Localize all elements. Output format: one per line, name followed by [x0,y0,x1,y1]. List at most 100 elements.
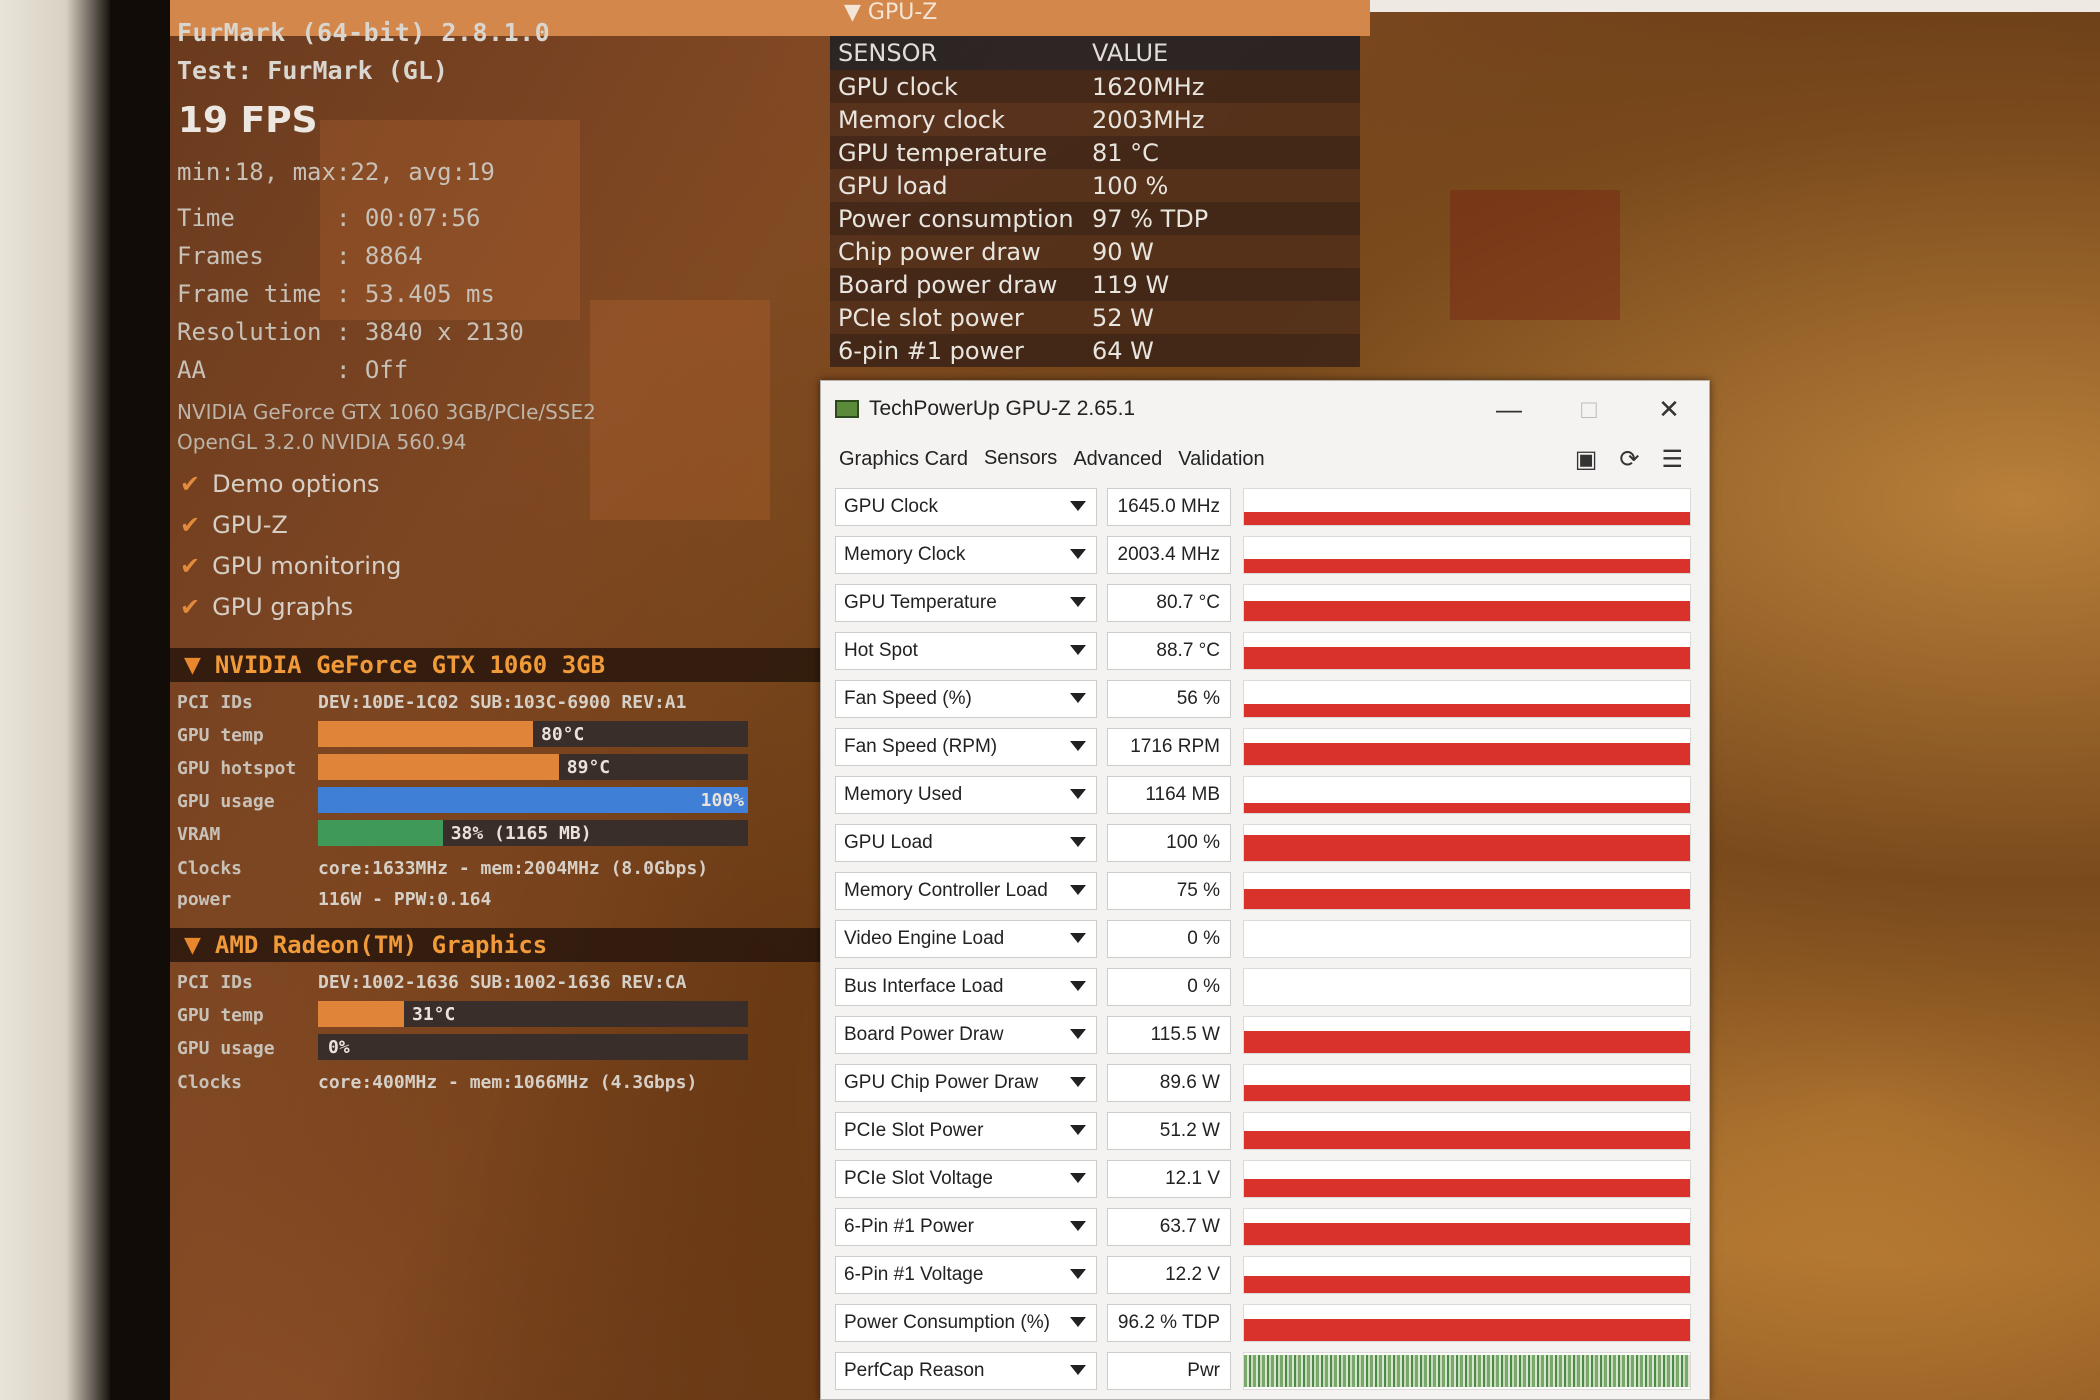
column-sensor: SENSOR [838,39,938,67]
sensor-row: GPU Temperature 80.7 °C [835,579,1695,627]
gpu1-pci-value: DEV:10DE-1C02 SUB:103C-6900 REV:A1 [318,692,687,713]
tab-validation[interactable]: Validation [1178,442,1264,477]
sensor-name-dropdown[interactable]: GPU Load [835,824,1097,862]
sensor-name: GPU temperature [838,138,1048,167]
sensor-graph [1243,632,1691,670]
sensor-graph [1243,1112,1691,1150]
sensor-name-dropdown[interactable]: Fan Speed (RPM) [835,728,1097,766]
maximize-button[interactable]: □ [1549,381,1629,437]
sensor-value: Pwr [1107,1352,1231,1390]
dropdown-caret-icon [1070,1125,1086,1135]
sensor-name-dropdown[interactable]: GPU Chip Power Draw [835,1064,1097,1102]
dropdown-caret-icon [1070,1365,1086,1375]
sensor-graph [1243,824,1691,862]
minimize-button[interactable]: — [1469,381,1549,437]
sensor-name-dropdown[interactable]: GPU Temperature [835,584,1097,622]
sensor-name-dropdown[interactable]: 6-Pin #1 Voltage [835,1256,1097,1294]
sensor-name-dropdown[interactable]: Power Consumption (%) [835,1304,1097,1342]
gpuz-overlay-row: PCIe slot power 52 W [830,301,1360,334]
close-button[interactable]: ✕ [1629,381,1709,437]
sensor-graph-fill [1244,1318,1690,1341]
sensor-value: 97 % TDP [1092,204,1209,233]
sensor-graph-fill [1244,601,1690,621]
sensor-graph-fill [1244,1179,1690,1197]
sensor-name-dropdown[interactable]: PCIe Slot Voltage [835,1160,1097,1198]
sensor-name-dropdown[interactable]: Hot Spot [835,632,1097,670]
gpu1-section-header[interactable]: ▼ NVIDIA GeForce GTX 1060 3GB [170,648,820,682]
sensor-row: Memory Clock 2003.4 MHz [835,531,1695,579]
gpuz-overlay-row: Board power draw 119 W [830,268,1360,301]
sensor-name-dropdown[interactable]: PerfCap Reason [835,1352,1097,1390]
menu-icon[interactable]: ☰ [1661,445,1683,474]
gpu1-hotspot-value: 89°C [566,757,611,778]
sensor-value: 56 % [1107,680,1231,718]
sensor-row: Memory Controller Load 75 % [835,867,1695,915]
sensor-value: 12.2 V [1107,1256,1231,1294]
furmark-fps: 19 FPS [178,100,318,141]
sensor-name: GPU Temperature [844,592,997,613]
tab-sensors[interactable]: Sensors [984,441,1057,478]
option-checkbox[interactable]: ✔ GPU-Z [180,511,288,539]
dropdown-caret-icon [1070,501,1086,511]
gpu1-vram-label: VRAM [177,824,221,845]
sensor-name-dropdown[interactable]: Memory Used [835,776,1097,814]
sensor-value: 0 % [1107,968,1231,1006]
sensor-name: Fan Speed (%) [844,688,972,709]
gpu1-name: NVIDIA GeForce GTX 1060 3GB [214,651,606,679]
gpu2-temp-value: 31°C [412,1004,456,1025]
refresh-icon[interactable]: ⟳ [1619,445,1639,474]
camera-icon[interactable]: ▣ [1575,445,1598,474]
tab-advanced[interactable]: Advanced [1073,442,1162,477]
dropdown-caret-icon [1070,1317,1086,1327]
sensor-row: 6-Pin #1 Voltage 12.2 V [835,1251,1695,1299]
gpuz-overlay-table: SENSOR VALUE GPU clock 1620MHz Memory cloc… [830,36,1360,367]
sensor-name-dropdown[interactable]: Video Engine Load [835,920,1097,958]
sensor-graph-fill [1244,1084,1690,1101]
gpu2-section-header[interactable]: ▼ AMD Radeon(TM) Graphics [170,928,820,962]
sensor-name-dropdown[interactable]: Board Power Draw [835,1016,1097,1054]
sensor-graph [1243,536,1691,574]
gpuz-overlay-header[interactable]: ▼ GPU-Z [830,0,1360,36]
gpu1-temp-fill [318,721,533,747]
gpuz-overlay-row: Power consumption 97 % TDP [830,202,1360,235]
window-titlebar[interactable]: TechPowerUp GPU-Z 2.65.1 — □ ✕ [821,381,1709,437]
sensor-value: 0 % [1107,920,1231,958]
gpuz-window: TechPowerUp GPU-Z 2.65.1 — □ ✕ Graphics … [820,380,1710,1400]
sensor-name-dropdown[interactable]: Bus Interface Load [835,968,1097,1006]
option-checkbox[interactable]: ✔ Demo options [180,470,379,498]
gpu2-temp-label: GPU temp [177,1005,264,1026]
sensor-graph-fill [1244,889,1690,909]
option-checkbox[interactable]: ✔ GPU monitoring [180,552,401,580]
gpu2-usage-bar: 0% [318,1034,748,1060]
sensor-name-dropdown[interactable]: PCIe Slot Power [835,1112,1097,1150]
monitor-bezel-left [0,0,110,1400]
checkmark-icon: ✔ [180,470,201,498]
tab-graphics-card[interactable]: Graphics Card [839,442,968,477]
gpu1-power-label: power [177,889,232,910]
sensor-name-dropdown[interactable]: 6-Pin #1 Power [835,1208,1097,1246]
collapse-triangle-icon: ▼ [184,652,201,678]
sensor-graph-fill [1244,646,1690,669]
checkmark-icon: ✔ [180,511,201,539]
sensor-name-dropdown[interactable]: Memory Clock [835,536,1097,574]
gpuz-overlay-row: 6-pin #1 power 64 W [830,334,1360,367]
gpuz-overlay-row: GPU load 100 % [830,169,1360,202]
sensor-row: GPU Chip Power Draw 89.6 W [835,1059,1695,1107]
sensor-graph-fill [1244,1222,1690,1245]
gpu2-pci-label: PCI IDs [177,972,253,993]
option-label: GPU-Z [212,511,288,539]
sensor-name: Board Power Draw [844,1024,1004,1045]
gpu1-hotspot-fill [318,754,559,780]
sensor-name: GPU load [838,171,948,200]
sensor-name-dropdown[interactable]: Memory Controller Load [835,872,1097,910]
gpu2-name: AMD Radeon(TM) Graphics [214,931,548,959]
option-checkbox[interactable]: ✔ GPU graphs [180,593,353,621]
sensor-value: 89.6 W [1107,1064,1231,1102]
opengl-info: OpenGL 3.2.0 NVIDIA 560.94 [177,430,467,454]
sensor-name-dropdown[interactable]: GPU Clock [835,488,1097,526]
sensor-row: Video Engine Load 0 % [835,915,1695,963]
sensor-name-dropdown[interactable]: Fan Speed (%) [835,680,1097,718]
furmark-test: Test: FurMark (GL) [177,56,448,85]
gpu1-temp-value: 80°C [541,724,585,745]
sensor-name: PCIe Slot Voltage [844,1168,993,1189]
